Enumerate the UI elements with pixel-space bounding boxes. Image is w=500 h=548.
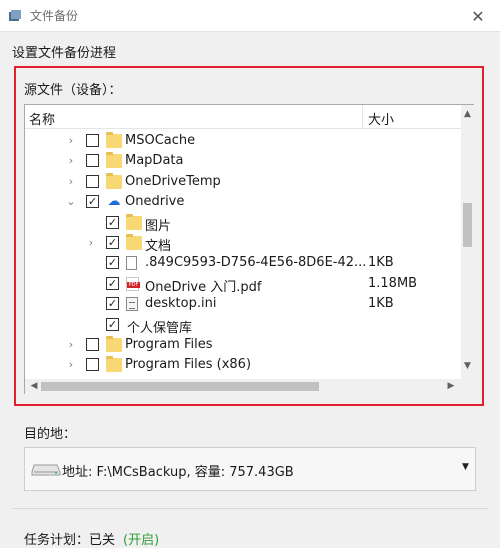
row-checkbox[interactable] — [86, 174, 99, 188]
pdf-icon: PDF — [126, 276, 140, 291]
row-size: 1KB — [368, 296, 394, 312]
row-checkbox[interactable]: ✓ — [106, 317, 119, 331]
row-checkbox[interactable]: ✓ — [106, 236, 119, 249]
expand-chevron-icon[interactable]: › — [65, 337, 77, 353]
scroll-left-arrow-icon[interactable]: ◀ — [27, 379, 41, 394]
tree-row[interactable]: ✓ PDF OneDrive 入门.pdf 1.18MB — [25, 274, 461, 295]
row-checkbox[interactable]: ✓ — [86, 195, 99, 209]
tree-row[interactable]: › MSOCache — [25, 131, 461, 151]
column-name-header[interactable]: 名称 — [29, 109, 55, 128]
row-name: Onedrive — [125, 194, 185, 210]
close-button[interactable]: ✕ — [456, 0, 500, 32]
row-name: 文档 — [145, 239, 172, 254]
folder-icon — [106, 172, 122, 189]
scroll-right-arrow-icon[interactable]: ▶ — [444, 379, 458, 394]
collapse-chevron-icon[interactable]: ⌄ — [65, 194, 77, 210]
column-header: 名称 大小 — [25, 105, 461, 129]
expand-chevron-icon[interactable]: › — [65, 174, 77, 190]
tree-row[interactable]: ✓ .849C9593-D756-4E56-8D6E-42... 1KB — [25, 253, 461, 273]
tree-row[interactable]: ✓ desktop.ini 1KB — [25, 294, 461, 314]
row-name: 图片 — [145, 218, 172, 234]
column-divider[interactable] — [362, 105, 363, 129]
destination-label: 目的地： — [24, 427, 77, 442]
folder-icon — [106, 336, 122, 352]
row-name: OneDrive 入门.pdf — [145, 279, 262, 295]
source-tree[interactable]: 名称 大小 › MSOCache › MapData › OneDriveTemp ⌄ ✓ ☁ O… — [24, 104, 474, 394]
folder-icon — [126, 213, 142, 230]
row-name: desktop.ini — [145, 296, 217, 312]
row-checkbox[interactable]: ✓ — [106, 276, 119, 290]
row-checkbox[interactable] — [86, 338, 99, 351]
expand-chevron-icon[interactable]: › — [65, 153, 77, 169]
row-name: .849C9593-D756-4E56-8D6E-42... — [145, 255, 367, 271]
row-checkbox[interactable] — [86, 154, 99, 168]
expand-chevron-icon — [85, 215, 97, 231]
row-checkbox[interactable] — [86, 358, 99, 372]
cloud-icon: ☁ — [107, 194, 121, 210]
task-schedule: 任务计划：已关 (开启) — [24, 529, 159, 548]
expand-chevron-icon — [85, 317, 97, 333]
expand-chevron-icon — [85, 276, 97, 292]
destination-value: 地址: F:\MCsBackup, 容量: 757.43GB — [62, 465, 294, 480]
row-name: 个人保管库 — [127, 320, 193, 336]
row-name: MSOCache — [125, 133, 196, 148]
dropdown-arrow-icon[interactable]: ▼ — [462, 462, 469, 472]
folder-icon — [126, 234, 142, 250]
row-name: Program Files — [125, 337, 213, 352]
folder-icon — [106, 132, 122, 148]
row-size: 1KB — [368, 255, 394, 271]
scroll-down-arrow-icon[interactable]: ▼ — [461, 359, 474, 373]
folder-icon — [106, 356, 122, 373]
folder-icon — [106, 152, 122, 169]
expand-chevron-icon — [85, 296, 97, 312]
file-icon — [126, 256, 137, 271]
source-label: 源文件（设备）： — [24, 83, 122, 98]
column-size-header[interactable]: 大小 — [368, 109, 394, 128]
tree-row[interactable]: ✓ 个人保管库 — [25, 315, 461, 336]
horizontal-scrollbar[interactable]: ◀ ▶ — [25, 379, 474, 394]
row-checkbox[interactable]: ✓ — [106, 297, 119, 311]
expand-chevron-icon — [85, 255, 97, 271]
scroll-up-arrow-icon[interactable]: ▲ — [461, 107, 474, 121]
tree-row[interactable]: › Program Files (x86) — [25, 355, 461, 375]
expand-chevron-icon[interactable]: › — [85, 235, 97, 251]
destination-select[interactable]: 地址: F:\MCsBackup, 容量: 757.43GB ▼ — [24, 447, 476, 491]
divider — [12, 508, 488, 509]
row-checkbox[interactable]: ✓ — [106, 256, 119, 270]
app-icon — [8, 9, 22, 23]
tree-row[interactable]: › ✓ 文档 — [25, 233, 461, 254]
row-name: Program Files (x86) — [125, 357, 252, 373]
row-checkbox[interactable]: ✓ — [106, 215, 119, 229]
row-name: OneDriveTemp — [125, 173, 221, 189]
tree-row[interactable]: › MapData — [25, 151, 461, 171]
section-title: 设置文件备份进程 — [12, 46, 117, 61]
window-title: 文件备份 — [30, 9, 79, 23]
expand-chevron-icon[interactable]: › — [65, 357, 77, 373]
vertical-scroll-thumb[interactable] — [463, 203, 472, 247]
tree-row[interactable]: › Program Files — [25, 335, 461, 355]
tree-rows: › MSOCache › MapData › OneDriveTemp ⌄ ✓ ☁ Onedriv… — [25, 129, 461, 375]
tree-row[interactable]: › OneDriveTemp — [25, 172, 461, 192]
row-size: 1.18MB — [368, 275, 418, 291]
tree-row[interactable]: ✓ 图片 — [25, 213, 461, 234]
row-name: MapData — [125, 153, 184, 169]
row-checkbox[interactable] — [86, 134, 99, 147]
vertical-scrollbar[interactable]: ▲ ▼ — [461, 105, 474, 379]
expand-chevron-icon[interactable]: › — [65, 133, 77, 149]
title-bar: 文件备份 ✕ — [0, 0, 500, 32]
ini-file-icon — [126, 297, 138, 312]
drive-icon — [31, 461, 61, 477]
tree-row[interactable]: ⌄ ✓ ☁ Onedrive — [25, 192, 461, 212]
horizontal-scroll-thumb[interactable] — [41, 382, 319, 391]
